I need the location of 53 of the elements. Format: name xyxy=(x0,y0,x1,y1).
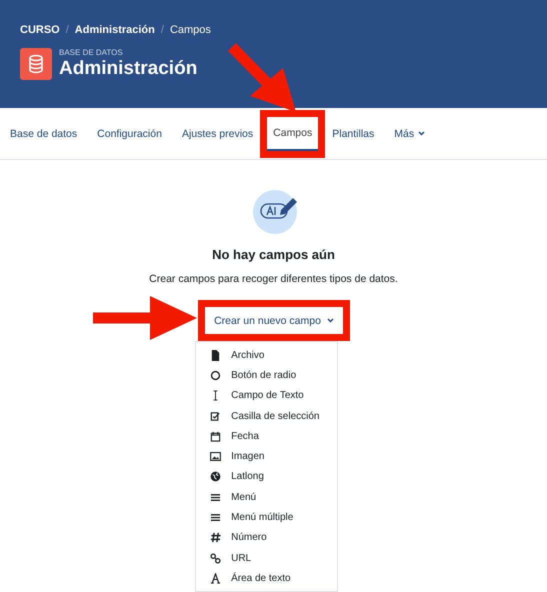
calendar-icon xyxy=(210,430,222,442)
menu-item-label: Menú xyxy=(231,492,256,503)
menu-item-label: URL xyxy=(231,552,252,564)
page-title: Administración xyxy=(59,58,198,80)
nav-tab[interactable]: Campos xyxy=(267,116,318,150)
menu-icon xyxy=(210,512,222,524)
empty-state-text: Crear campos para recoger diferentes tipos de datos. xyxy=(149,273,398,285)
nav-tab[interactable]: Plantillas xyxy=(326,116,380,150)
menu-item[interactable]: Número xyxy=(196,528,338,548)
circle-icon xyxy=(210,370,222,381)
nav-tab[interactable]: Configuración xyxy=(91,116,168,150)
breadcrumb-link[interactable]: Campos xyxy=(170,24,211,36)
empty-state-heading: No hay campos aún xyxy=(212,247,335,262)
menu-icon xyxy=(210,492,222,503)
menu-item[interactable]: Casilla de selección xyxy=(196,406,338,426)
menu-item[interactable]: Menú múltiple xyxy=(196,507,338,528)
breadcrumb-link[interactable]: Administración xyxy=(74,24,155,36)
menu-item[interactable]: Imagen xyxy=(196,446,338,467)
letter-icon xyxy=(210,572,222,584)
menu-item-label: Fecha xyxy=(231,430,259,442)
link-icon xyxy=(210,552,222,564)
menu-item[interactable]: Área de texto xyxy=(196,568,338,589)
menu-item[interactable]: URL xyxy=(196,548,338,568)
menu-item[interactable]: Fecha xyxy=(196,426,338,446)
breadcrumb-link[interactable]: CURSO xyxy=(20,24,60,36)
menu-item-label: Área de texto xyxy=(231,572,291,584)
breadcrumb-separator: / xyxy=(160,24,164,36)
nav-tab[interactable]: Base de datos xyxy=(4,116,84,150)
image-icon xyxy=(210,451,222,462)
menu-item[interactable]: Archivo xyxy=(196,345,338,366)
menu-item-label: Imagen xyxy=(231,451,264,462)
database-icon xyxy=(20,48,52,80)
menu-item[interactable]: Campo de Texto xyxy=(196,386,338,406)
file-icon xyxy=(210,350,222,361)
menu-item-label: Latlong xyxy=(231,471,264,482)
hash-icon xyxy=(210,532,222,544)
arrow xyxy=(228,43,296,112)
menu-item-label: Número xyxy=(231,532,267,544)
breadcrumb-separator: / xyxy=(66,24,69,36)
nav-tab[interactable]: Más xyxy=(388,116,432,150)
menu-item[interactable]: Menú xyxy=(196,487,338,508)
menu-item-label: Campo de Texto xyxy=(231,390,304,402)
menu-item-label: Menú múltiple xyxy=(231,512,294,524)
activity-type-label: BASE DE DATOS xyxy=(59,48,124,58)
caret-icon xyxy=(326,318,334,323)
nav-tab[interactable]: Ajustes previos xyxy=(176,116,260,150)
menu-item[interactable]: Latlong xyxy=(196,466,338,488)
menu-item-label: Botón de radio xyxy=(231,370,296,381)
menu-item[interactable]: Botón de radio xyxy=(196,365,338,386)
menu-item-label: Archivo xyxy=(231,350,264,361)
menu-item-label: Casilla de selección xyxy=(231,410,320,422)
globe-icon xyxy=(210,471,222,482)
checkbox-icon xyxy=(210,410,222,422)
